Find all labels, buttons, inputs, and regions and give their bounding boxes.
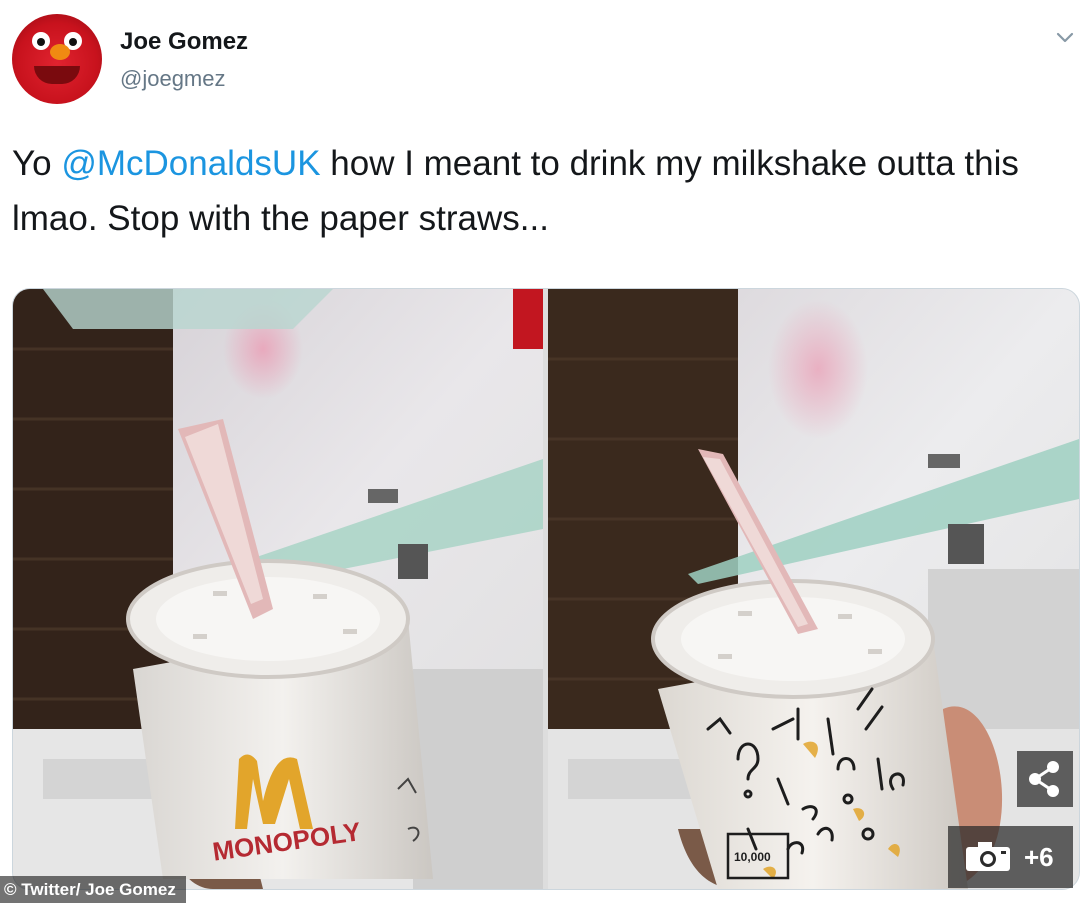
chevron-down-icon[interactable] xyxy=(1054,26,1076,48)
tweet-media[interactable]: MONOPOLY 10,000 xyxy=(12,288,1080,890)
share-button[interactable] xyxy=(1017,751,1073,807)
cup-print-text: 10,000 xyxy=(734,850,771,864)
more-photos-count: +6 xyxy=(1024,842,1054,872)
avatar-mouth xyxy=(34,66,80,84)
share-icon xyxy=(1029,761,1059,797)
avatar-eye xyxy=(32,32,50,50)
author-handle[interactable]: @joegmez xyxy=(120,66,226,92)
avatar-nose xyxy=(50,44,70,60)
cup-photo-right: 10,000 xyxy=(548,289,1079,889)
tweet-text-prefix: Yo xyxy=(12,144,62,183)
photo-left[interactable]: MONOPOLY xyxy=(13,289,543,889)
mention-link[interactable]: @McDonaldsUK xyxy=(61,144,320,183)
more-photos-button[interactable]: +6 xyxy=(948,826,1073,888)
author-name[interactable]: Joe Gomez xyxy=(120,28,248,56)
avatar[interactable] xyxy=(12,14,102,104)
cup-photo-left: MONOPOLY xyxy=(13,289,543,889)
tweet-text: Yo @McDonaldsUK how I meant to drink my … xyxy=(12,136,1062,246)
camera-icon xyxy=(966,842,1010,871)
photo-right[interactable]: 10,000 xyxy=(548,289,1079,889)
photo-credit: © Twitter/ Joe Gomez xyxy=(0,876,186,903)
